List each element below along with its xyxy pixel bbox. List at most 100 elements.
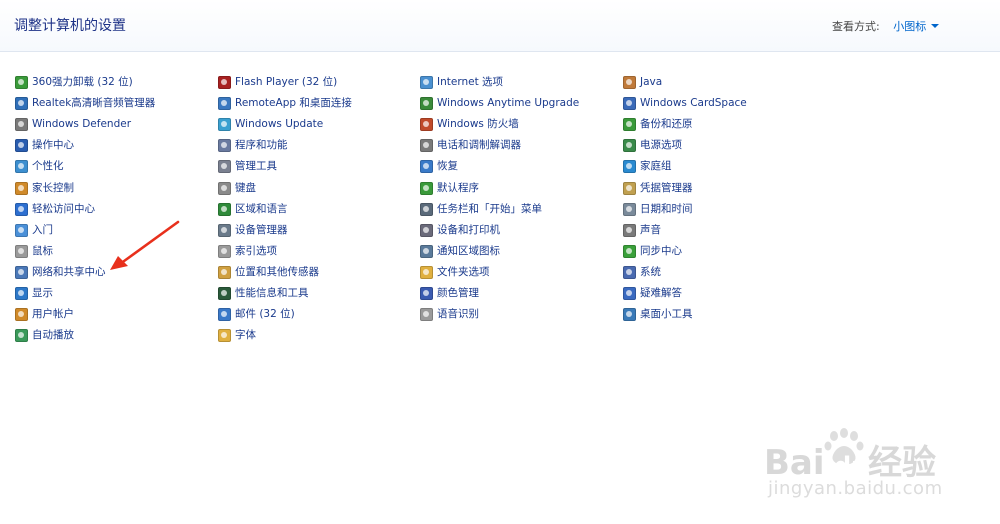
control-panel-item-label[interactable]: Flash Player (32 位) (235, 76, 337, 89)
control-panel-item[interactable]: 360强力卸载 (32 位) (15, 72, 215, 93)
control-panel-item-label[interactable]: 用户帐户 (32, 308, 74, 321)
control-panel-item[interactable]: 声音 (623, 220, 823, 241)
control-panel-item-label[interactable]: 设备和打印机 (437, 224, 500, 237)
control-panel-item-label[interactable]: 任务栏和「开始」菜单 (437, 203, 542, 216)
control-panel-item-label[interactable]: 凭据管理器 (640, 182, 693, 195)
control-panel-item[interactable]: 日期和时间 (623, 199, 823, 220)
control-panel-item[interactable]: 索引选项 (218, 241, 418, 262)
control-panel-item[interactable]: 电话和调制解调器 (420, 135, 620, 156)
control-panel-item[interactable]: 家长控制 (15, 177, 215, 198)
control-panel-item[interactable]: 恢复 (420, 156, 620, 177)
control-panel-item[interactable]: 区域和语言 (218, 199, 418, 220)
control-panel-item-label[interactable]: 疑难解答 (640, 287, 682, 300)
control-panel-item[interactable]: 设备管理器 (218, 220, 418, 241)
control-panel-item[interactable]: 文件夹选项 (420, 262, 620, 283)
control-panel-item[interactable]: Windows Update (218, 114, 418, 135)
control-panel-item[interactable]: Flash Player (32 位) (218, 72, 418, 93)
control-panel-item-label[interactable]: 性能信息和工具 (235, 287, 309, 300)
view-by-dropdown[interactable]: 小图标 (893, 20, 940, 33)
control-panel-item-label[interactable]: Windows Defender (32, 118, 131, 131)
control-panel-item[interactable]: 个性化 (15, 156, 215, 177)
control-panel-item[interactable]: Windows 防火墙 (420, 114, 620, 135)
control-panel-item-label[interactable]: 设备管理器 (235, 224, 288, 237)
control-panel-item[interactable]: 桌面小工具 (623, 304, 823, 325)
control-panel-item[interactable]: 管理工具 (218, 156, 418, 177)
control-panel-item[interactable]: 字体 (218, 325, 418, 346)
control-panel-item-label[interactable]: Internet 选项 (437, 76, 503, 89)
control-panel-item[interactable]: 键盘 (218, 177, 418, 198)
control-panel-item-label[interactable]: 操作中心 (32, 139, 74, 152)
control-panel-item[interactable]: 语音识别 (420, 304, 620, 325)
control-panel-item[interactable]: 电源选项 (623, 135, 823, 156)
control-panel-item[interactable]: 通知区域图标 (420, 241, 620, 262)
control-panel-item-label[interactable]: 字体 (235, 329, 256, 342)
control-panel-item-label[interactable]: 默认程序 (437, 182, 479, 195)
control-panel-item-label[interactable]: 程序和功能 (235, 139, 288, 152)
control-panel-item[interactable]: 用户帐户 (15, 304, 215, 325)
control-panel-item-label[interactable]: 管理工具 (235, 160, 277, 173)
control-panel-item-label[interactable]: 同步中心 (640, 245, 682, 258)
control-panel-item[interactable]: Java (623, 72, 823, 93)
control-panel-item[interactable]: 邮件 (32 位) (218, 304, 418, 325)
control-panel-item[interactable]: Windows Defender (15, 114, 215, 135)
control-panel-item-label[interactable]: 邮件 (32 位) (235, 308, 295, 321)
control-panel-item[interactable]: Internet 选项 (420, 72, 620, 93)
control-panel-item-label[interactable]: 恢复 (437, 160, 458, 173)
control-panel-item-label[interactable]: 颜色管理 (437, 287, 479, 300)
control-panel-item[interactable]: Windows Anytime Upgrade (420, 93, 620, 114)
control-panel-item[interactable]: 轻松访问中心 (15, 199, 215, 220)
control-panel-item-label[interactable]: Realtek高清晰音频管理器 (32, 97, 155, 110)
control-panel-item[interactable]: 疑难解答 (623, 283, 823, 304)
control-panel-item[interactable]: 系统 (623, 262, 823, 283)
control-panel-item-label[interactable]: Windows CardSpace (640, 97, 747, 110)
control-panel-item[interactable]: 家庭组 (623, 156, 823, 177)
control-panel-item-label[interactable]: 区域和语言 (235, 203, 288, 216)
control-panel-item-label[interactable]: 语音识别 (437, 308, 479, 321)
control-panel-item-label[interactable]: 日期和时间 (640, 203, 693, 216)
control-panel-item-label[interactable]: 键盘 (235, 182, 256, 195)
control-panel-item-label[interactable]: 个性化 (32, 160, 64, 173)
control-panel-item-label[interactable]: 文件夹选项 (437, 266, 490, 279)
control-panel-item-label[interactable]: Windows 防火墙 (437, 118, 519, 131)
control-panel-item-label[interactable]: 电话和调制解调器 (437, 139, 521, 152)
control-panel-item[interactable]: 操作中心 (15, 135, 215, 156)
control-panel-item[interactable]: 凭据管理器 (623, 177, 823, 198)
control-panel-item-label[interactable]: 网络和共享中心 (32, 266, 106, 279)
chevron-down-icon[interactable] (931, 24, 940, 28)
view-by-value[interactable]: 小图标 (893, 20, 926, 33)
control-panel-item[interactable]: 备份和还原 (623, 114, 823, 135)
control-panel-item-label[interactable]: 显示 (32, 287, 53, 300)
control-panel-item[interactable]: 默认程序 (420, 177, 620, 198)
control-panel-item-label[interactable]: 入门 (32, 224, 53, 237)
control-panel-item-label[interactable]: 通知区域图标 (437, 245, 500, 258)
control-panel-item-label[interactable]: Java (640, 76, 662, 89)
control-panel-item-label[interactable]: 电源选项 (640, 139, 682, 152)
control-panel-item[interactable]: Realtek高清晰音频管理器 (15, 93, 215, 114)
control-panel-item[interactable]: 程序和功能 (218, 135, 418, 156)
control-panel-item-label[interactable]: 轻松访问中心 (32, 203, 95, 216)
control-panel-item-label[interactable]: 备份和还原 (640, 118, 693, 131)
control-panel-item-label[interactable]: 桌面小工具 (640, 308, 693, 321)
control-panel-item-label[interactable]: 位置和其他传感器 (235, 266, 319, 279)
control-panel-item[interactable]: Windows CardSpace (623, 93, 823, 114)
control-panel-item-label[interactable]: 360强力卸载 (32 位) (32, 76, 133, 89)
control-panel-item[interactable]: 位置和其他传感器 (218, 262, 418, 283)
control-panel-item[interactable]: 自动播放 (15, 325, 215, 346)
control-panel-item[interactable]: 性能信息和工具 (218, 283, 418, 304)
control-panel-item[interactable]: 显示 (15, 283, 215, 304)
control-panel-item-label[interactable]: 鼠标 (32, 245, 53, 258)
control-panel-item[interactable]: 设备和打印机 (420, 220, 620, 241)
control-panel-item-label[interactable]: Windows Anytime Upgrade (437, 97, 579, 110)
control-panel-item-label[interactable]: 家庭组 (640, 160, 672, 173)
control-panel-item-label[interactable]: RemoteApp 和桌面连接 (235, 97, 352, 110)
control-panel-item-label[interactable]: 声音 (640, 224, 661, 237)
control-panel-item-label[interactable]: 系统 (640, 266, 661, 279)
control-panel-item[interactable]: 任务栏和「开始」菜单 (420, 199, 620, 220)
control-panel-item[interactable]: RemoteApp 和桌面连接 (218, 93, 418, 114)
control-panel-item-label[interactable]: 索引选项 (235, 245, 277, 258)
control-panel-item-label[interactable]: 家长控制 (32, 182, 74, 195)
control-panel-item[interactable]: 颜色管理 (420, 283, 620, 304)
control-panel-item[interactable]: 同步中心 (623, 241, 823, 262)
control-panel-item-label[interactable]: 自动播放 (32, 329, 74, 342)
control-panel-item-label[interactable]: Windows Update (235, 118, 323, 131)
